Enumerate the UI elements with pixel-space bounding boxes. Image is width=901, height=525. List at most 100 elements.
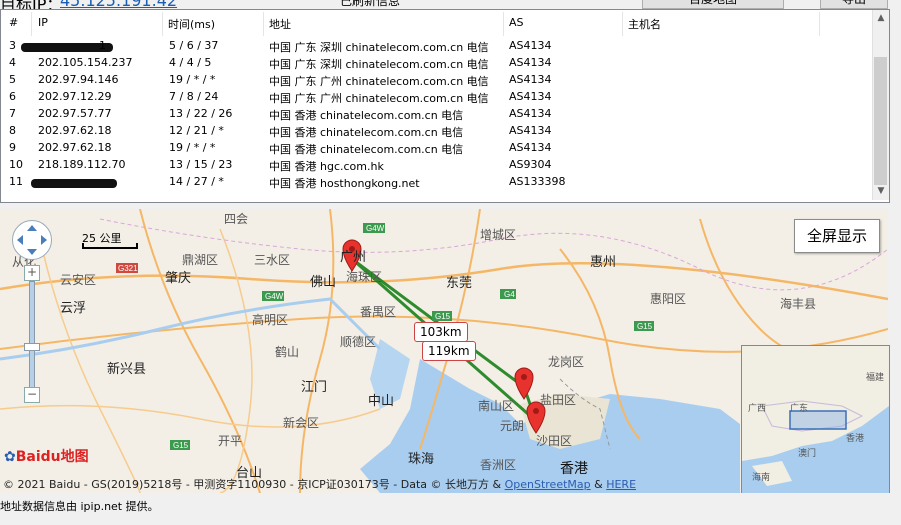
map-label: 鹤山 xyxy=(275,345,300,359)
map-label: 肇庆 xyxy=(165,271,192,286)
map-label: 珠海 xyxy=(408,452,435,467)
here-link[interactable]: HERE xyxy=(606,478,636,491)
hop-number: 6 xyxy=(9,90,16,103)
scroll-thumb[interactable] xyxy=(874,57,887,185)
table-row[interactable]: 4 202.105.154.237 4 / 4 / 5 中国 广东 深圳 chi… xyxy=(1,55,873,72)
hop-ip: 202.97.62.18 xyxy=(38,141,112,154)
map-label: 沙田区 xyxy=(536,434,573,448)
hop-ip: 218.189.112.70 xyxy=(38,158,126,171)
svg-text:G4W: G4W xyxy=(265,292,284,301)
table-row[interactable]: 3 1 5 / 6 / 37 中国 广东 深圳 chinatelecom.com… xyxy=(1,38,873,55)
header-ip[interactable]: IP xyxy=(38,16,48,29)
map-label: 惠阳区 xyxy=(650,292,687,306)
osm-link[interactable]: OpenStreetMap xyxy=(505,478,591,491)
map-label: 海珠区 xyxy=(346,270,383,284)
table-row[interactable]: 9 202.97.62.18 19 / * / * 中国 香港 chinatel… xyxy=(1,140,873,157)
column-divider[interactable] xyxy=(622,12,623,36)
table-row[interactable]: 8 202.97.62.18 12 / 21 / * 中国 香港 chinate… xyxy=(1,123,873,140)
map-label: 佛山 xyxy=(310,275,337,290)
hop-time: 19 / * / * xyxy=(169,141,216,154)
map-label: 元朗 xyxy=(500,419,525,433)
svg-text:G15: G15 xyxy=(173,441,189,450)
header-hostname[interactable]: 主机名 xyxy=(628,16,661,32)
baidu-paw-icon: ✿ xyxy=(4,449,16,465)
header-address[interactable]: 地址 xyxy=(269,16,291,32)
column-divider[interactable] xyxy=(162,12,163,36)
overview-label: 广西 xyxy=(748,404,767,414)
hop-as: AS4134 xyxy=(509,39,552,52)
road-shield-icon: G15 xyxy=(432,311,452,321)
hop-as: AS4134 xyxy=(509,56,552,69)
map-label: 广州 xyxy=(340,250,367,265)
scroll-down-icon[interactable]: ▼ xyxy=(873,183,889,200)
baidu-logo[interactable]: ✿Baidu地图 xyxy=(4,446,89,466)
overview-map[interactable]: 广东 福建 广西 澳门 海南 香港 xyxy=(741,345,890,495)
column-divider[interactable] xyxy=(31,12,32,36)
hop-ip: 202.97.57.77 xyxy=(38,107,112,120)
column-divider[interactable] xyxy=(503,12,504,36)
map-label: 新兴县 xyxy=(107,362,147,377)
scroll-up-icon[interactable]: ▲ xyxy=(873,10,889,27)
map-label: 南山区 xyxy=(478,399,515,413)
map-label: 云安区 xyxy=(60,273,97,287)
top-bar: 目标IP： 45.125.191.42 己刷新信息 百度地图 导出 xyxy=(0,0,901,9)
map-label: 四会 xyxy=(224,212,249,226)
road-shield-icon: G4 xyxy=(500,289,516,299)
table-row[interactable]: 6 202.97.12.29 7 / 8 / 24 中国 广东 广州 china… xyxy=(1,89,873,106)
overview-label: 海南 xyxy=(752,473,771,483)
hop-time: 12 / 21 / * xyxy=(169,124,224,137)
location-marker-icon[interactable] xyxy=(514,367,534,400)
table-row[interactable]: 7 202.97.57.77 13 / 22 / 26 中国 香港 chinat… xyxy=(1,106,873,123)
zoom-out-icon[interactable]: − xyxy=(24,387,40,403)
zoom-handle[interactable] xyxy=(24,343,40,351)
hop-time: 7 / 8 / 24 xyxy=(169,90,219,103)
table-row[interactable]: 11 14 / 27 / * 中国 香港 hosthongkong.net AS… xyxy=(1,174,873,191)
hop-as: AS4134 xyxy=(509,124,552,137)
map-label: 东莞 xyxy=(446,276,473,291)
header-index[interactable]: # xyxy=(9,16,18,29)
overview-label: 广东 xyxy=(790,404,809,414)
svg-text:G15: G15 xyxy=(435,312,451,321)
zoom-in-icon[interactable]: + xyxy=(24,265,40,281)
map-label: 新会区 xyxy=(283,416,320,430)
table-row[interactable]: 10 218.189.112.70 13 / 15 / 23 中国 香港 hgc… xyxy=(1,157,873,174)
hop-number: 9 xyxy=(9,141,16,154)
copyright-text: © 2021 Baidu - GS(2019)5218号 - 甲测资字11009… xyxy=(3,478,502,491)
map-label: 江门 xyxy=(301,380,328,395)
table-row[interactable]: 5 202.97.94.146 19 / * / * 中国 广东 广州 chin… xyxy=(1,72,873,89)
map-label: 高明区 xyxy=(252,313,289,327)
highway xyxy=(299,209,335,493)
redacted-ip xyxy=(31,176,117,189)
ip-fragment: 1 xyxy=(99,39,106,52)
hop-time: 14 / 27 / * xyxy=(169,175,224,188)
header-as[interactable]: AS xyxy=(509,16,524,29)
header-time[interactable]: 时间(ms) xyxy=(168,16,215,32)
hop-as: AS4134 xyxy=(509,73,552,86)
baidu-map-button[interactable]: 百度地图 xyxy=(642,0,784,9)
hop-address: 中国 香港 chinatelecom.com.cn 电信 xyxy=(269,109,464,122)
hop-ip: 202.97.62.18 xyxy=(38,124,112,137)
road-shield-icon: G321 xyxy=(116,263,138,273)
table-scrollbar[interactable]: ▲ ▼ xyxy=(872,10,889,200)
column-divider[interactable] xyxy=(263,12,264,36)
hop-time: 4 / 4 / 5 xyxy=(169,56,212,69)
hop-number: 5 xyxy=(9,73,16,86)
column-divider[interactable] xyxy=(819,12,820,36)
target-ip-link[interactable]: 45.125.191.42 xyxy=(60,0,177,9)
hop-ip: 202.97.12.29 xyxy=(38,90,112,103)
zoom-control[interactable]: + − xyxy=(24,265,40,405)
map-pan-control[interactable] xyxy=(12,220,52,260)
road xyxy=(219,228,253,493)
map-copyright: © 2021 Baidu - GS(2019)5218号 - 甲测资字11009… xyxy=(3,476,636,492)
target-label: 目标IP： xyxy=(0,0,62,9)
svg-text:G321: G321 xyxy=(118,264,138,273)
export-button[interactable]: 导出 xyxy=(820,0,888,9)
overview-label: 澳门 xyxy=(798,449,817,459)
map-label: 云浮 xyxy=(60,301,87,316)
hop-time: 19 / * / * xyxy=(169,73,216,86)
hop-number: 8 xyxy=(9,124,16,137)
zoom-track[interactable] xyxy=(29,281,35,393)
road-shield-icon: G4W xyxy=(262,291,284,301)
fullscreen-button[interactable]: 全屏显示 xyxy=(794,219,880,253)
hop-number: 7 xyxy=(9,107,16,120)
